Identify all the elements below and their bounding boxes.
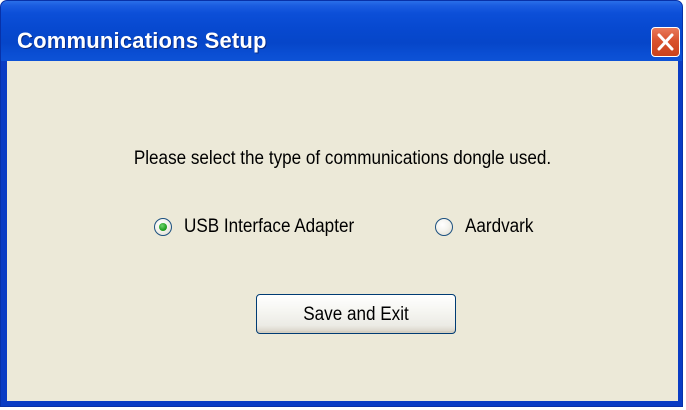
radio-label-usb-interface-adapter: USB Interface Adapter bbox=[184, 216, 355, 237]
radio-button-usb-interface-adapter[interactable] bbox=[154, 218, 172, 236]
save-and-exit-label: Save and Exit bbox=[303, 304, 409, 325]
close-button[interactable] bbox=[651, 27, 680, 57]
title-bar[interactable]: Communications Setup bbox=[1, 1, 682, 61]
save-and-exit-button[interactable]: Save and Exit bbox=[256, 294, 456, 334]
dialog-body: Please select the type of communications… bbox=[7, 61, 678, 401]
prompt-text: Please select the type of communications… bbox=[133, 148, 552, 169]
radio-button-aardvark[interactable] bbox=[435, 218, 453, 236]
close-icon bbox=[657, 33, 674, 51]
radio-label-aardvark: Aardvark bbox=[465, 216, 534, 237]
dialog-window: Communications Setup Please select the t… bbox=[0, 0, 683, 407]
radio-selected-dot bbox=[159, 223, 167, 231]
window-title: Communications Setup bbox=[17, 28, 267, 53]
